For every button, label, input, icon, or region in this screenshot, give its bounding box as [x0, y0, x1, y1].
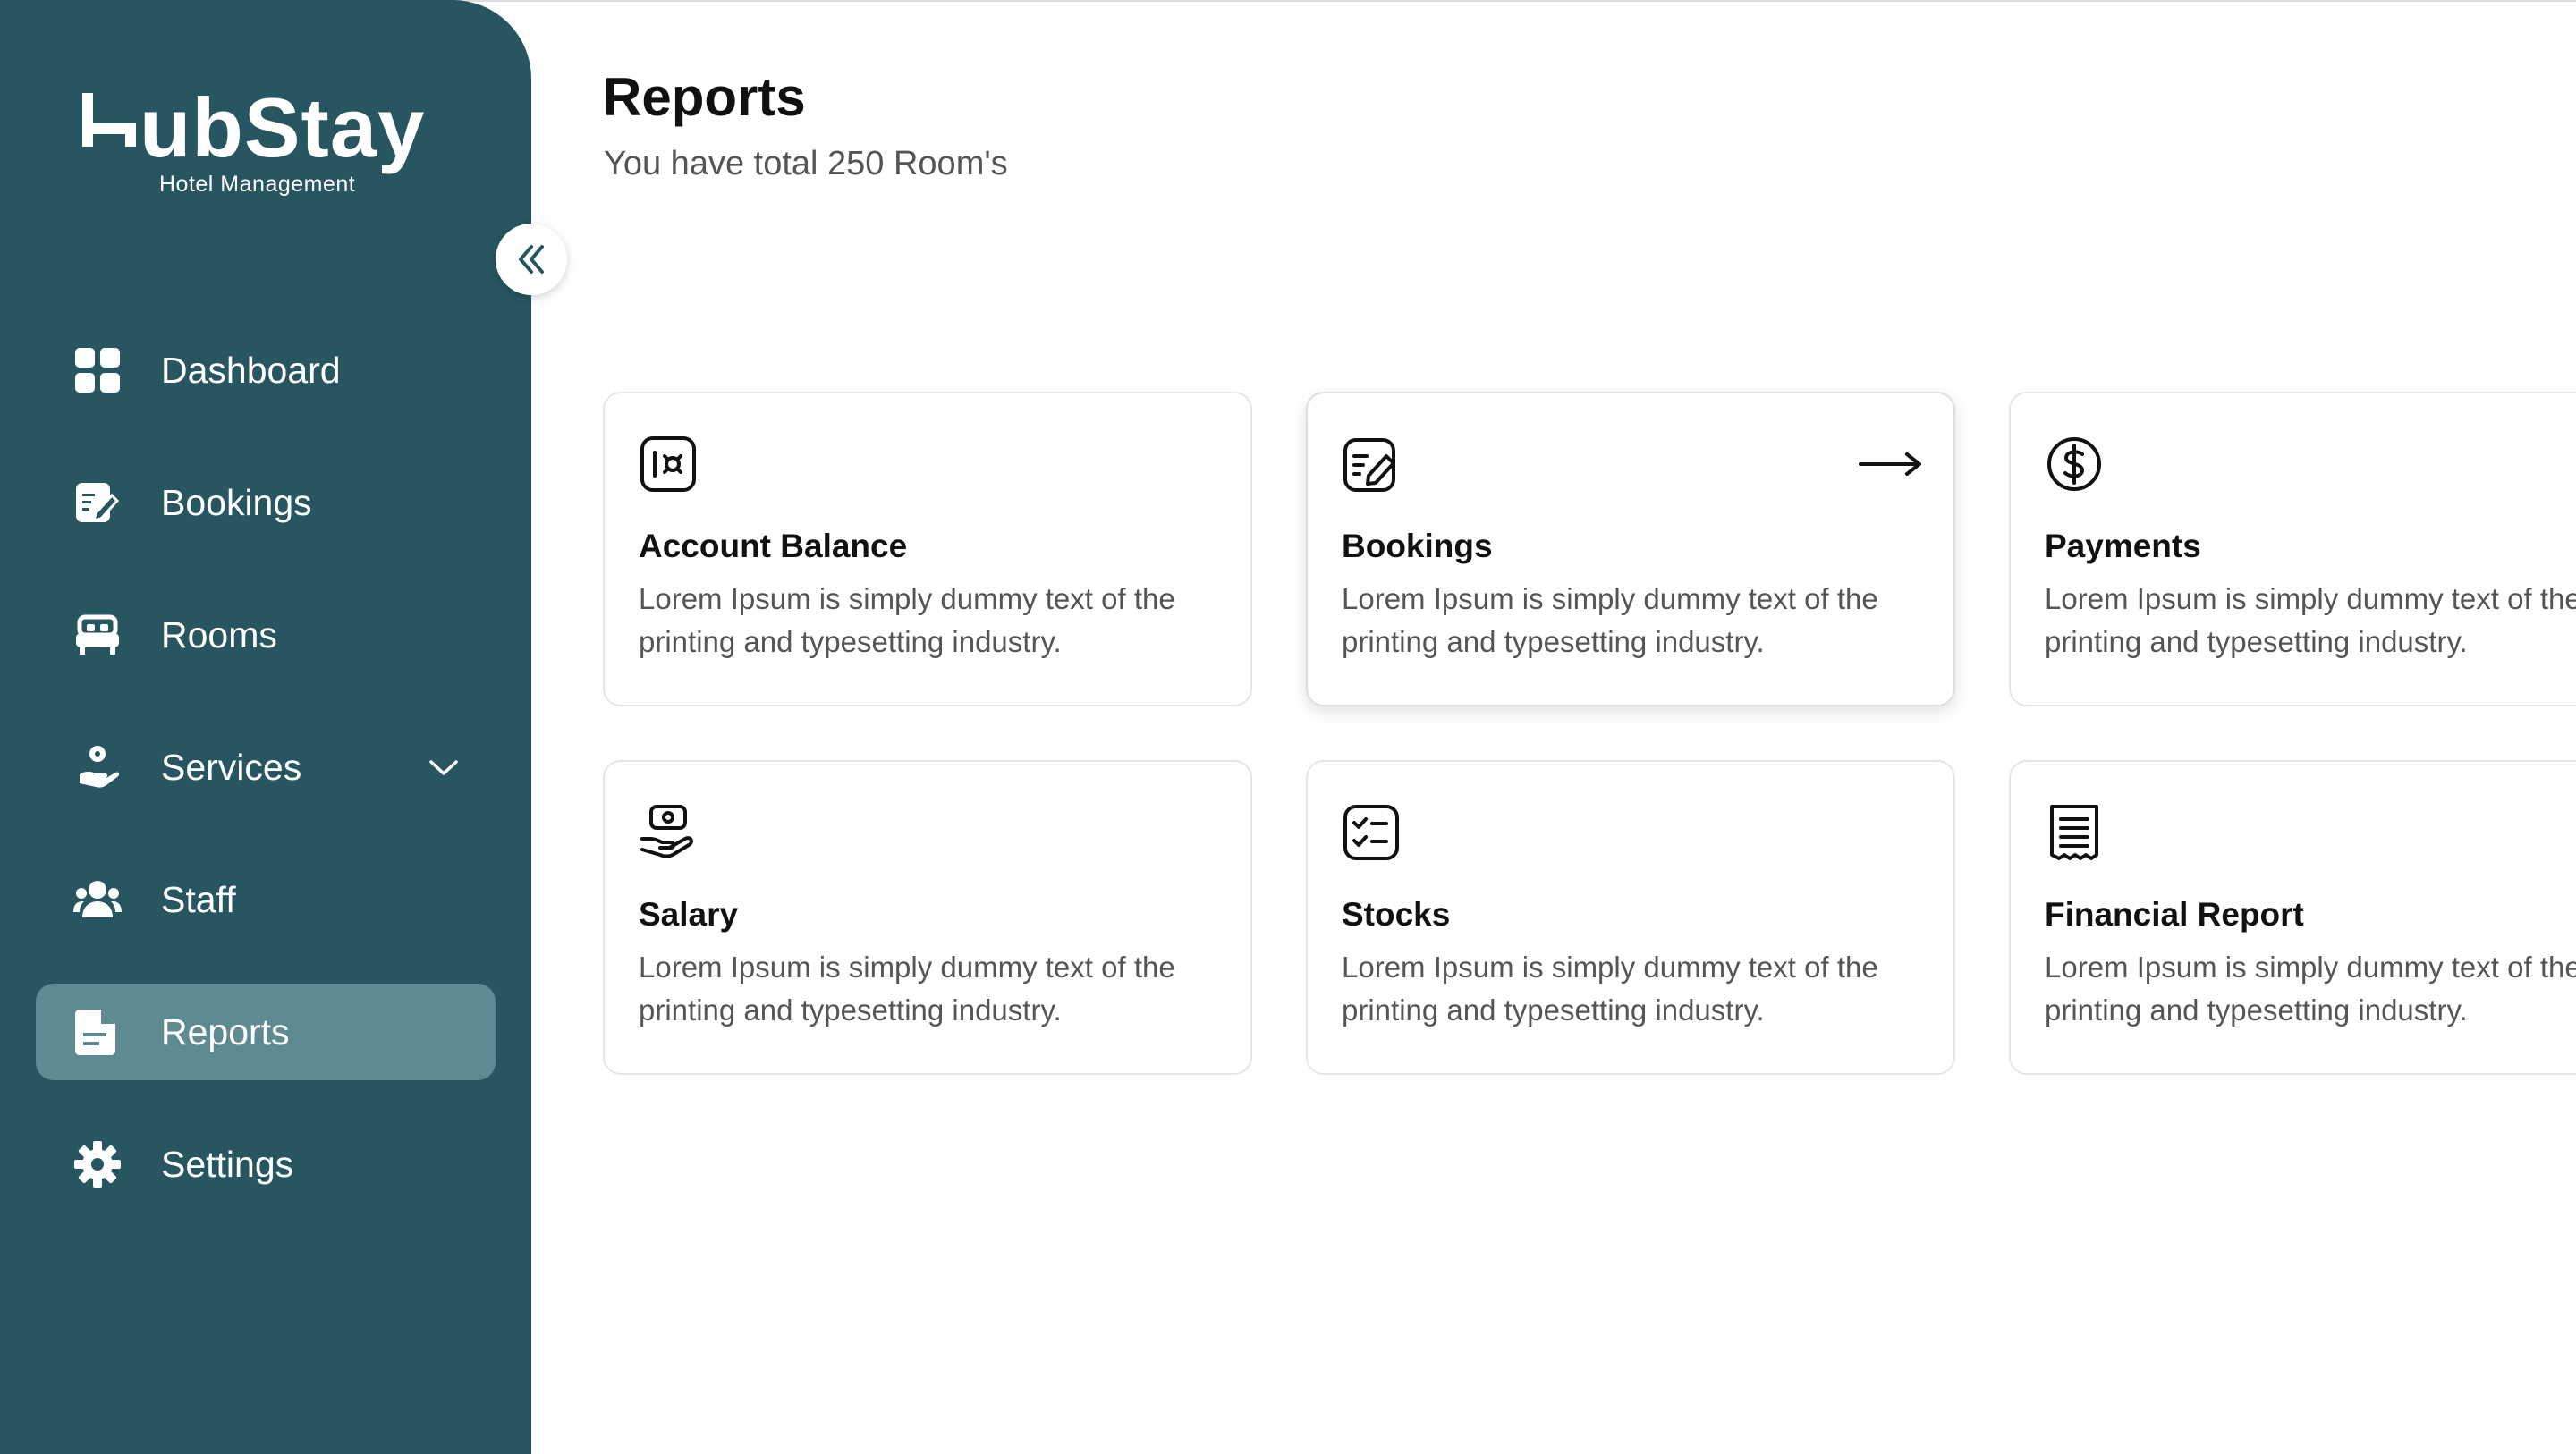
card-title: Stocks	[1342, 896, 1451, 933]
card-description: Lorem Ipsum is simply dummy text of the …	[2045, 951, 2576, 1027]
report-card-payments[interactable]: Payments Lorem Ipsum is simply dummy tex…	[2009, 392, 2576, 706]
sidebar-item-settings[interactable]: Settings	[36, 1116, 496, 1213]
staff-group-icon	[73, 875, 122, 924]
sidebar-item-label: Dashboard	[161, 349, 341, 391]
receipt-icon	[2050, 805, 2098, 860]
booking-edit-icon	[1343, 438, 1395, 492]
safe-icon	[640, 436, 696, 492]
bed-logo-icon	[82, 93, 136, 147]
sidebar-item-label: Bookings	[161, 481, 312, 523]
sidebar-item-label: Reports	[161, 1010, 290, 1052]
sidebar-item-services[interactable]: Services	[36, 719, 496, 816]
service-hand-icon	[73, 743, 122, 791]
sidebar-item-label: Rooms	[161, 613, 277, 655]
brand-tagline: Hotel Management	[159, 172, 356, 197]
sidebar-item-dashboard[interactable]: Dashboard	[36, 322, 496, 418]
sidebar-item-bookings[interactable]: Bookings	[36, 454, 496, 551]
report-card-financial-report[interactable]: Financial Report Lorem Ipsum is simply d…	[2009, 760, 2576, 1075]
bed-icon	[73, 611, 122, 659]
app-root: ubStay Hotel Management Dashboard Bookin…	[0, 0, 2576, 1454]
card-description: Lorem Ipsum is simply dummy text of the …	[2045, 582, 2576, 658]
card-description: Lorem Ipsum is simply dummy text of the …	[1342, 582, 1878, 658]
sidebar-item-staff[interactable]: Staff	[36, 851, 496, 948]
sidebar-item-label: Settings	[161, 1143, 294, 1185]
sidebar-item-label: Services	[161, 746, 302, 788]
collapse-sidebar-button[interactable]	[496, 224, 567, 295]
salary-hand-icon	[640, 805, 693, 858]
card-title: Account Balance	[639, 528, 908, 564]
card-description: Lorem Ipsum is simply dummy text of the …	[639, 582, 1175, 658]
card-title: Payments	[2045, 528, 2201, 564]
report-document-icon	[73, 1008, 122, 1056]
brand-name: ubStay	[140, 80, 426, 174]
dashboard-grid-icon	[73, 346, 122, 394]
card-title: Salary	[639, 896, 739, 933]
double-chevron-left-icon	[519, 245, 544, 274]
page-subtitle: You have total 250 Room's	[604, 145, 1008, 182]
gear-icon	[73, 1140, 122, 1188]
sidebar-item-rooms[interactable]: Rooms	[36, 587, 496, 683]
sidebar-item-label: Staff	[161, 878, 236, 920]
brand-logo[interactable]: ubStay Hotel Management	[80, 79, 456, 204]
booking-edit-icon	[73, 478, 122, 527]
card-title: Financial Report	[2045, 896, 2304, 933]
arrow-right-icon[interactable]	[1859, 451, 1923, 478]
page-title: Reports	[603, 67, 806, 127]
card-title: Bookings	[1342, 528, 1493, 564]
card-description: Lorem Ipsum is simply dummy text of the …	[1342, 951, 1878, 1027]
sidebar-item-reports[interactable]: Reports	[36, 984, 496, 1080]
report-card-account-balance[interactable]: Account Balance Lorem Ipsum is simply du…	[603, 392, 1252, 706]
chevron-down-icon[interactable]	[428, 753, 460, 782]
sidebar-nav: Dashboard Bookings Rooms Services Staff …	[36, 322, 496, 1248]
card-description: Lorem Ipsum is simply dummy text of the …	[639, 951, 1175, 1027]
checklist-icon	[1343, 805, 1399, 860]
sidebar: ubStay Hotel Management Dashboard Bookin…	[0, 0, 531, 1454]
report-card-stocks[interactable]: Stocks Lorem Ipsum is simply dummy text …	[1306, 760, 1955, 1075]
report-card-salary[interactable]: Salary Lorem Ipsum is simply dummy text …	[603, 760, 1252, 1075]
report-card-bookings[interactable]: Bookings Lorem Ipsum is simply dummy tex…	[1306, 392, 1955, 706]
dollar-circle-icon	[2047, 437, 2101, 491]
